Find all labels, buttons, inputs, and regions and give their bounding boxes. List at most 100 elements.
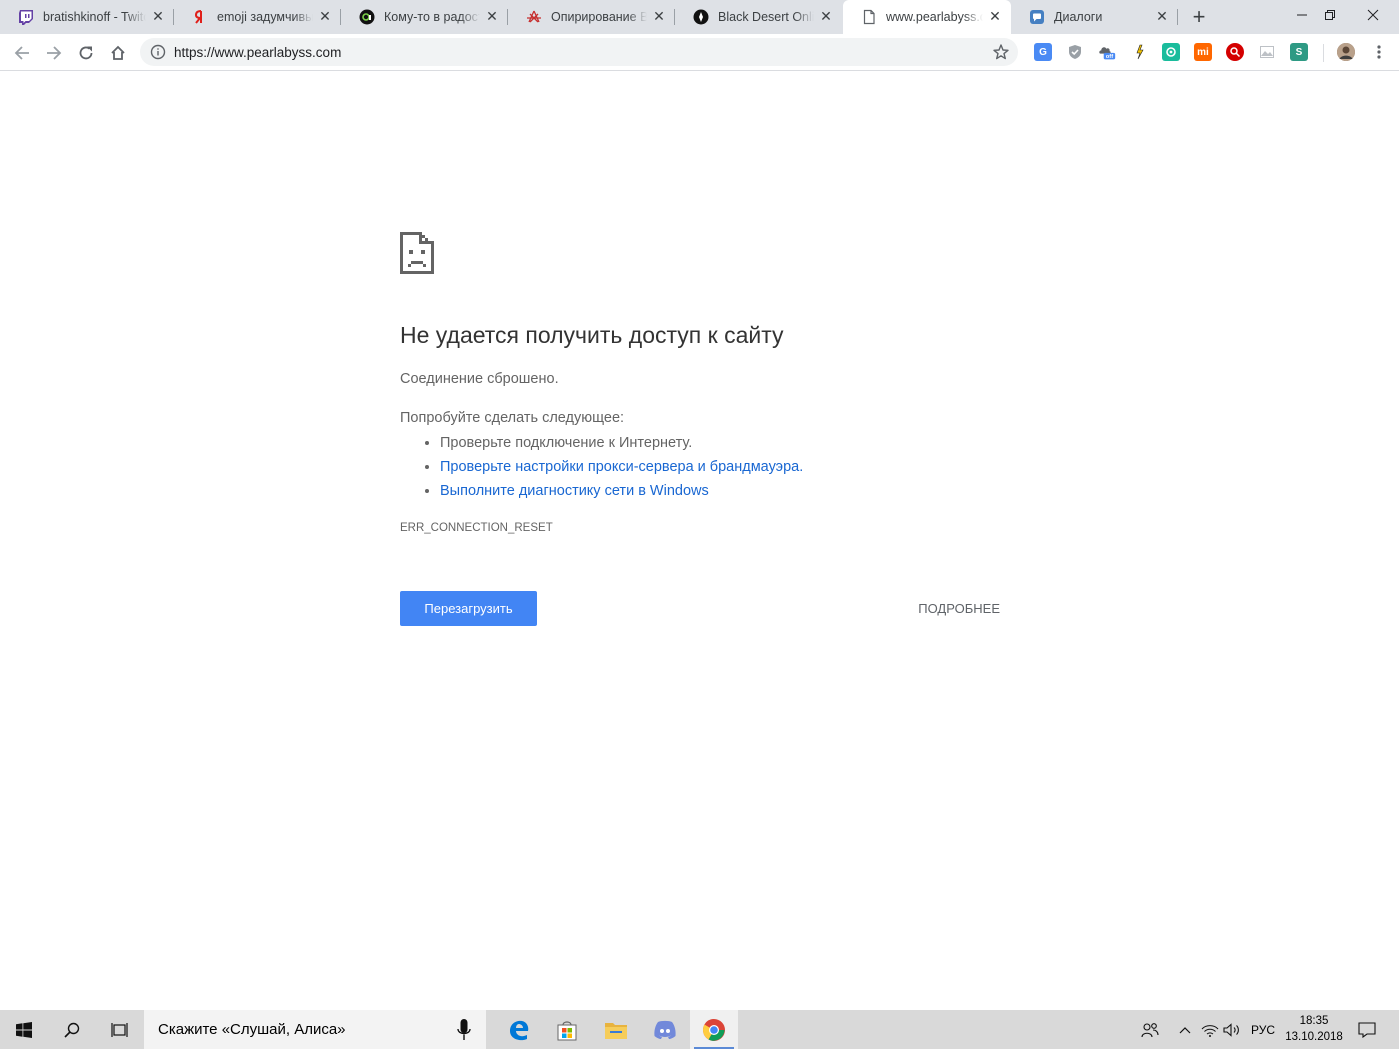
close-icon[interactable]: ✕ [317,9,333,25]
tab-dialogs[interactable]: Диалоги ✕ [1011,0,1178,34]
suggestions-list: Проверьте подключение к Интернету. Прове… [440,431,803,503]
reload-page-button[interactable]: Перезагрузить [400,591,537,626]
yandex-icon [192,9,208,25]
taskbar: Скажите «Слушай, Алиса» РУС 18:35 13.10.… [0,1010,1399,1049]
back-button[interactable] [8,39,36,67]
avatar[interactable] [1337,43,1355,61]
twitch-icon [18,9,34,25]
tab-yandex[interactable]: emoji задумчивый ✕ [174,0,341,34]
tab-title: Диалоги [1054,10,1103,24]
menu-icon[interactable] [1370,43,1388,61]
close-icon[interactable]: ✕ [484,9,500,25]
s-extension-icon[interactable]: S [1290,43,1308,61]
toolbar-divider [1323,44,1324,62]
page-icon [861,9,877,25]
edge-app[interactable] [495,1010,543,1049]
tab-divider [1177,9,1178,25]
svg-text:off: off [1106,54,1113,60]
clock-time: 18:35 [1299,1015,1329,1027]
new-tab-button[interactable]: + [1187,4,1211,29]
proxy-settings-link[interactable]: Проверьте настройки прокси-сервера и бра… [440,459,803,475]
bookmark-star-icon[interactable] [992,43,1010,61]
chrome-icon [703,1018,725,1041]
language-indicator[interactable]: РУС [1246,1010,1280,1049]
clock[interactable]: 18:35 13.10.2018 [1283,1013,1345,1045]
network-button[interactable] [1200,1010,1220,1049]
image-icon[interactable] [1258,43,1276,61]
mi-icon[interactable]: mi [1194,43,1212,61]
lightbulb-icon[interactable] [1130,43,1148,61]
suggestions-label: Попробуйте сделать следующее: [400,410,625,426]
network-diagnostics-link[interactable]: Выполните диагностику сети в Windows [440,483,709,499]
tab-title: Кому-то в радость [384,10,480,24]
tab-title: Опирирование Black [551,10,647,24]
task-view-button[interactable] [96,1010,144,1049]
reload-icon [79,46,93,60]
address-input[interactable] [174,44,954,60]
chat-icon [1029,9,1045,25]
alice-search-placeholder: Скажите «Слушай, Алиса» [158,1021,346,1038]
show-hidden-icons-button[interactable] [1175,1010,1195,1049]
site-icon [359,9,375,25]
chevron-up-icon [1179,1026,1191,1033]
clock-date: 13.10.2018 [1285,1031,1343,1043]
browser-toolbar: G off mi S [0,34,1399,71]
close-icon[interactable]: ✕ [150,9,166,25]
home-button[interactable] [104,39,132,67]
action-center-button[interactable] [1354,1010,1380,1049]
discord-icon [654,1020,676,1039]
tab-site[interactable]: Кому-то в радость ✕ [341,0,508,34]
tab-pearlabyss[interactable]: www.pearlabyss.com ✕ [843,0,1011,34]
task-view-icon [111,1022,128,1037]
vpn-off-icon[interactable]: off [1098,43,1116,61]
search-icon [64,1022,80,1038]
error-page: Не удается получить доступ к сайту Соеди… [400,232,1000,626]
arrow-left-icon [14,46,29,60]
people-button[interactable] [1138,1010,1162,1049]
store-app[interactable] [543,1010,591,1049]
blackdesert-icon [693,9,709,25]
tab-title: www.pearlabyss.com [886,10,983,24]
chrome-app[interactable] [690,1010,738,1049]
start-button[interactable] [0,1010,48,1049]
explorer-app[interactable] [592,1010,640,1049]
tab-title: bratishkinoff - Twitch [43,10,146,24]
sad-page-icon [400,232,434,274]
details-button[interactable]: ПОДРОБНЕЕ [905,591,1000,626]
close-icon[interactable]: ✕ [987,9,1003,25]
microphone-icon[interactable] [457,1018,471,1041]
translate-icon[interactable]: G [1034,43,1052,61]
alice-search-box[interactable]: Скажите «Слушай, Алиса» [144,1010,486,1049]
redspider-icon [526,9,542,25]
discord-app[interactable] [641,1010,689,1049]
error-heading: Не удается получить доступ к сайту [400,322,784,348]
tab-title: emoji задумчивый [217,10,313,24]
error-code: ERR_CONNECTION_RESET [400,522,553,534]
info-icon[interactable] [150,44,166,60]
tab-twitch[interactable]: bratishkinoff - Twitch ✕ [0,0,174,34]
notification-icon [1358,1021,1376,1038]
edge-icon [510,1020,529,1040]
search-button[interactable] [48,1010,96,1049]
tab-blackdesert[interactable]: Black Desert Online ✕ [675,0,842,34]
restore-icon [1325,10,1335,20]
close-icon[interactable]: ✕ [1154,9,1170,25]
list-item: Проверьте подключение к Интернету. [440,431,803,455]
shield-icon[interactable] [1066,43,1084,61]
close-window-button[interactable] [1345,0,1399,30]
windows-icon [16,1021,32,1038]
home-icon [111,45,125,60]
forward-button[interactable] [40,39,68,67]
tab-strip: bratishkinoff - Twitch ✕ emoji задумчивы… [0,0,1399,34]
close-icon[interactable]: ✕ [651,9,667,25]
wifi-icon [1201,1024,1219,1037]
omnibox[interactable] [140,38,1018,66]
speaker-icon [1223,1022,1239,1037]
sync-icon[interactable] [1162,43,1180,61]
tab-redspider[interactable]: Опирирование Black ✕ [508,0,675,34]
tab-title: Black Desert Online [718,10,814,24]
opera-search-icon[interactable] [1226,43,1244,61]
volume-button[interactable] [1222,1010,1242,1049]
close-icon[interactable]: ✕ [818,9,834,25]
reload-button[interactable] [72,39,100,67]
